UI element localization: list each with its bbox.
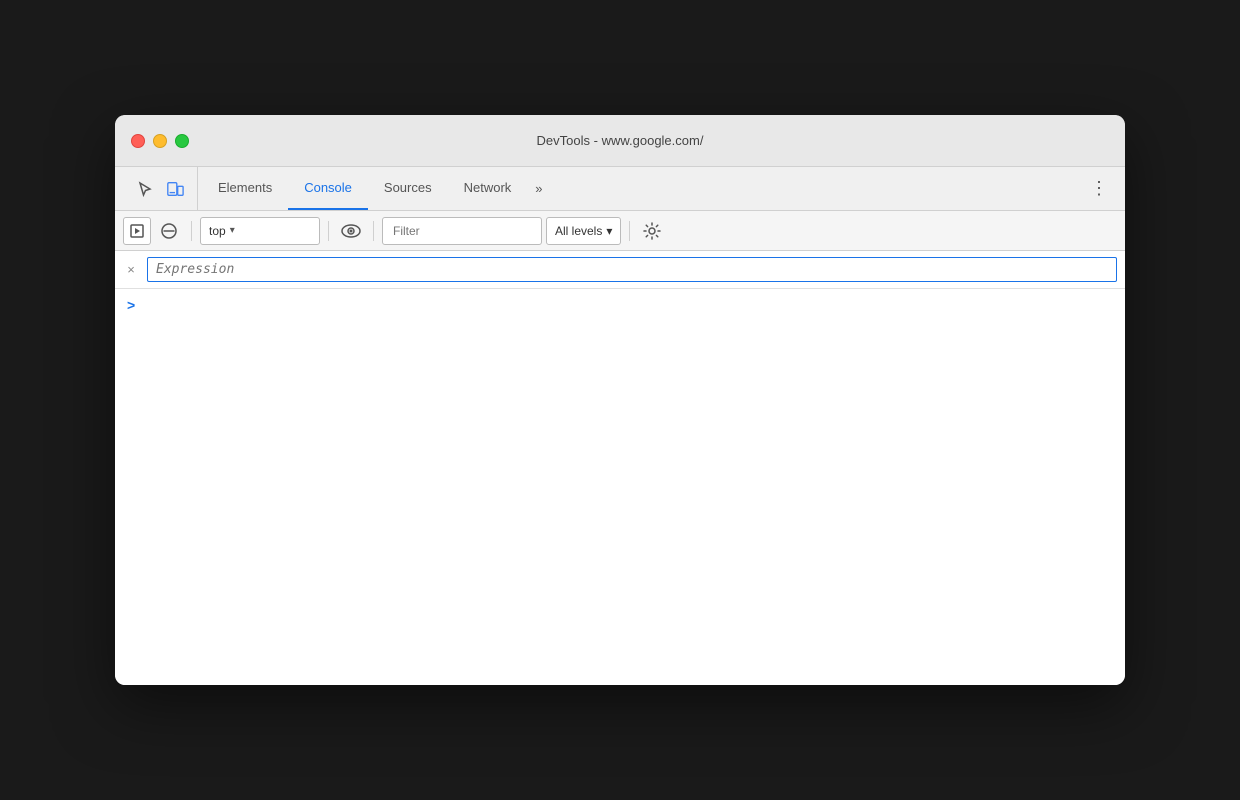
settings-button[interactable] <box>638 217 666 245</box>
cursor-icon[interactable] <box>131 175 159 203</box>
console-prompt-row: > <box>127 297 1113 313</box>
live-expr-close-button[interactable]: × <box>123 262 139 277</box>
tab-bar: Elements Console Sources Network » ⋮ <box>115 167 1125 211</box>
tab-sources[interactable]: Sources <box>368 167 448 210</box>
traffic-lights <box>131 134 189 148</box>
live-expression-row: × <box>115 251 1125 289</box>
console-content: × > <box>115 251 1125 685</box>
context-select-arrow: ▾ <box>230 225 235 236</box>
toolbar-divider-4 <box>629 221 630 241</box>
main-tabs: Elements Console Sources Network » <box>202 167 644 210</box>
tab-network[interactable]: Network <box>448 167 528 210</box>
tab-elements[interactable]: Elements <box>202 167 288 210</box>
devtools-menu-button[interactable]: ⋮ <box>1085 175 1113 203</box>
live-expression-input[interactable] <box>147 257 1117 282</box>
toolbar-divider-3 <box>373 221 374 241</box>
devtools-window: DevTools - www.google.com/ Elements <box>115 115 1125 685</box>
console-prompt-area: > <box>115 289 1125 685</box>
toolbar-divider-1 <box>191 221 192 241</box>
close-button[interactable] <box>131 134 145 148</box>
console-toolbar: top ▾ All levels ▾ <box>115 211 1125 251</box>
log-levels-selector[interactable]: All levels ▾ <box>546 217 621 245</box>
devtools-icons <box>123 167 198 210</box>
minimize-button[interactable] <box>153 134 167 148</box>
title-bar: DevTools - www.google.com/ <box>115 115 1125 167</box>
device-icon[interactable] <box>161 175 189 203</box>
tab-console[interactable]: Console <box>288 167 368 210</box>
console-input[interactable] <box>141 298 1113 313</box>
tab-more[interactable]: » <box>527 167 550 210</box>
filter-input[interactable] <box>382 217 542 245</box>
toolbar-divider-2 <box>328 221 329 241</box>
eye-button[interactable] <box>337 217 365 245</box>
levels-arrow: ▾ <box>606 224 612 238</box>
maximize-button[interactable] <box>175 134 189 148</box>
window-title: DevTools - www.google.com/ <box>537 133 704 148</box>
clear-button[interactable] <box>155 217 183 245</box>
prompt-chevron: > <box>127 297 135 313</box>
execute-button[interactable] <box>123 217 151 245</box>
context-selector[interactable]: top ▾ <box>200 217 320 245</box>
